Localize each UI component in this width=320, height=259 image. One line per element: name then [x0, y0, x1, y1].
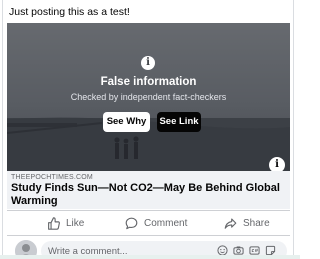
comment-label: Comment	[144, 217, 188, 229]
post-card: Just posting this as a test! i False inf…	[2, 0, 294, 259]
share-arrow-icon	[224, 217, 237, 229]
thumbs-up-icon	[48, 216, 60, 230]
divider	[7, 210, 290, 211]
like-label: Like	[66, 217, 85, 229]
link-preview[interactable]: THEEPOCHTIMES.COM Study Finds Sun—Not CO…	[7, 171, 290, 209]
fact-check-title: False information	[100, 76, 197, 88]
see-link-button[interactable]: See Link	[157, 112, 201, 132]
divider	[7, 235, 290, 236]
action-bar: Like Comment Share	[7, 212, 290, 234]
post-text: Just posting this as a test!	[9, 6, 130, 18]
share-label: Share	[243, 217, 270, 229]
info-icon[interactable]: i	[269, 157, 285, 171]
facebook-post-screenshot: Just posting this as a test! i False inf…	[0, 0, 300, 259]
link-headline[interactable]: Study Finds Sun—Not CO2—May Be Behind Gl…	[11, 182, 286, 208]
see-why-button[interactable]: See Why	[103, 112, 150, 132]
like-button[interactable]: Like	[47, 212, 84, 234]
speech-bubble-icon	[125, 217, 138, 229]
info-icon: i	[141, 56, 155, 70]
link-domain: THEEPOCHTIMES.COM	[11, 174, 93, 181]
comment-button[interactable]: Comment	[125, 212, 187, 234]
taskbar-strip	[0, 255, 300, 259]
fact-check-subtitle: Checked by independent fact-checkers	[70, 92, 227, 102]
post-media[interactable]: i False information Checked by independe…	[7, 23, 290, 171]
share-button[interactable]: Share	[224, 212, 270, 234]
